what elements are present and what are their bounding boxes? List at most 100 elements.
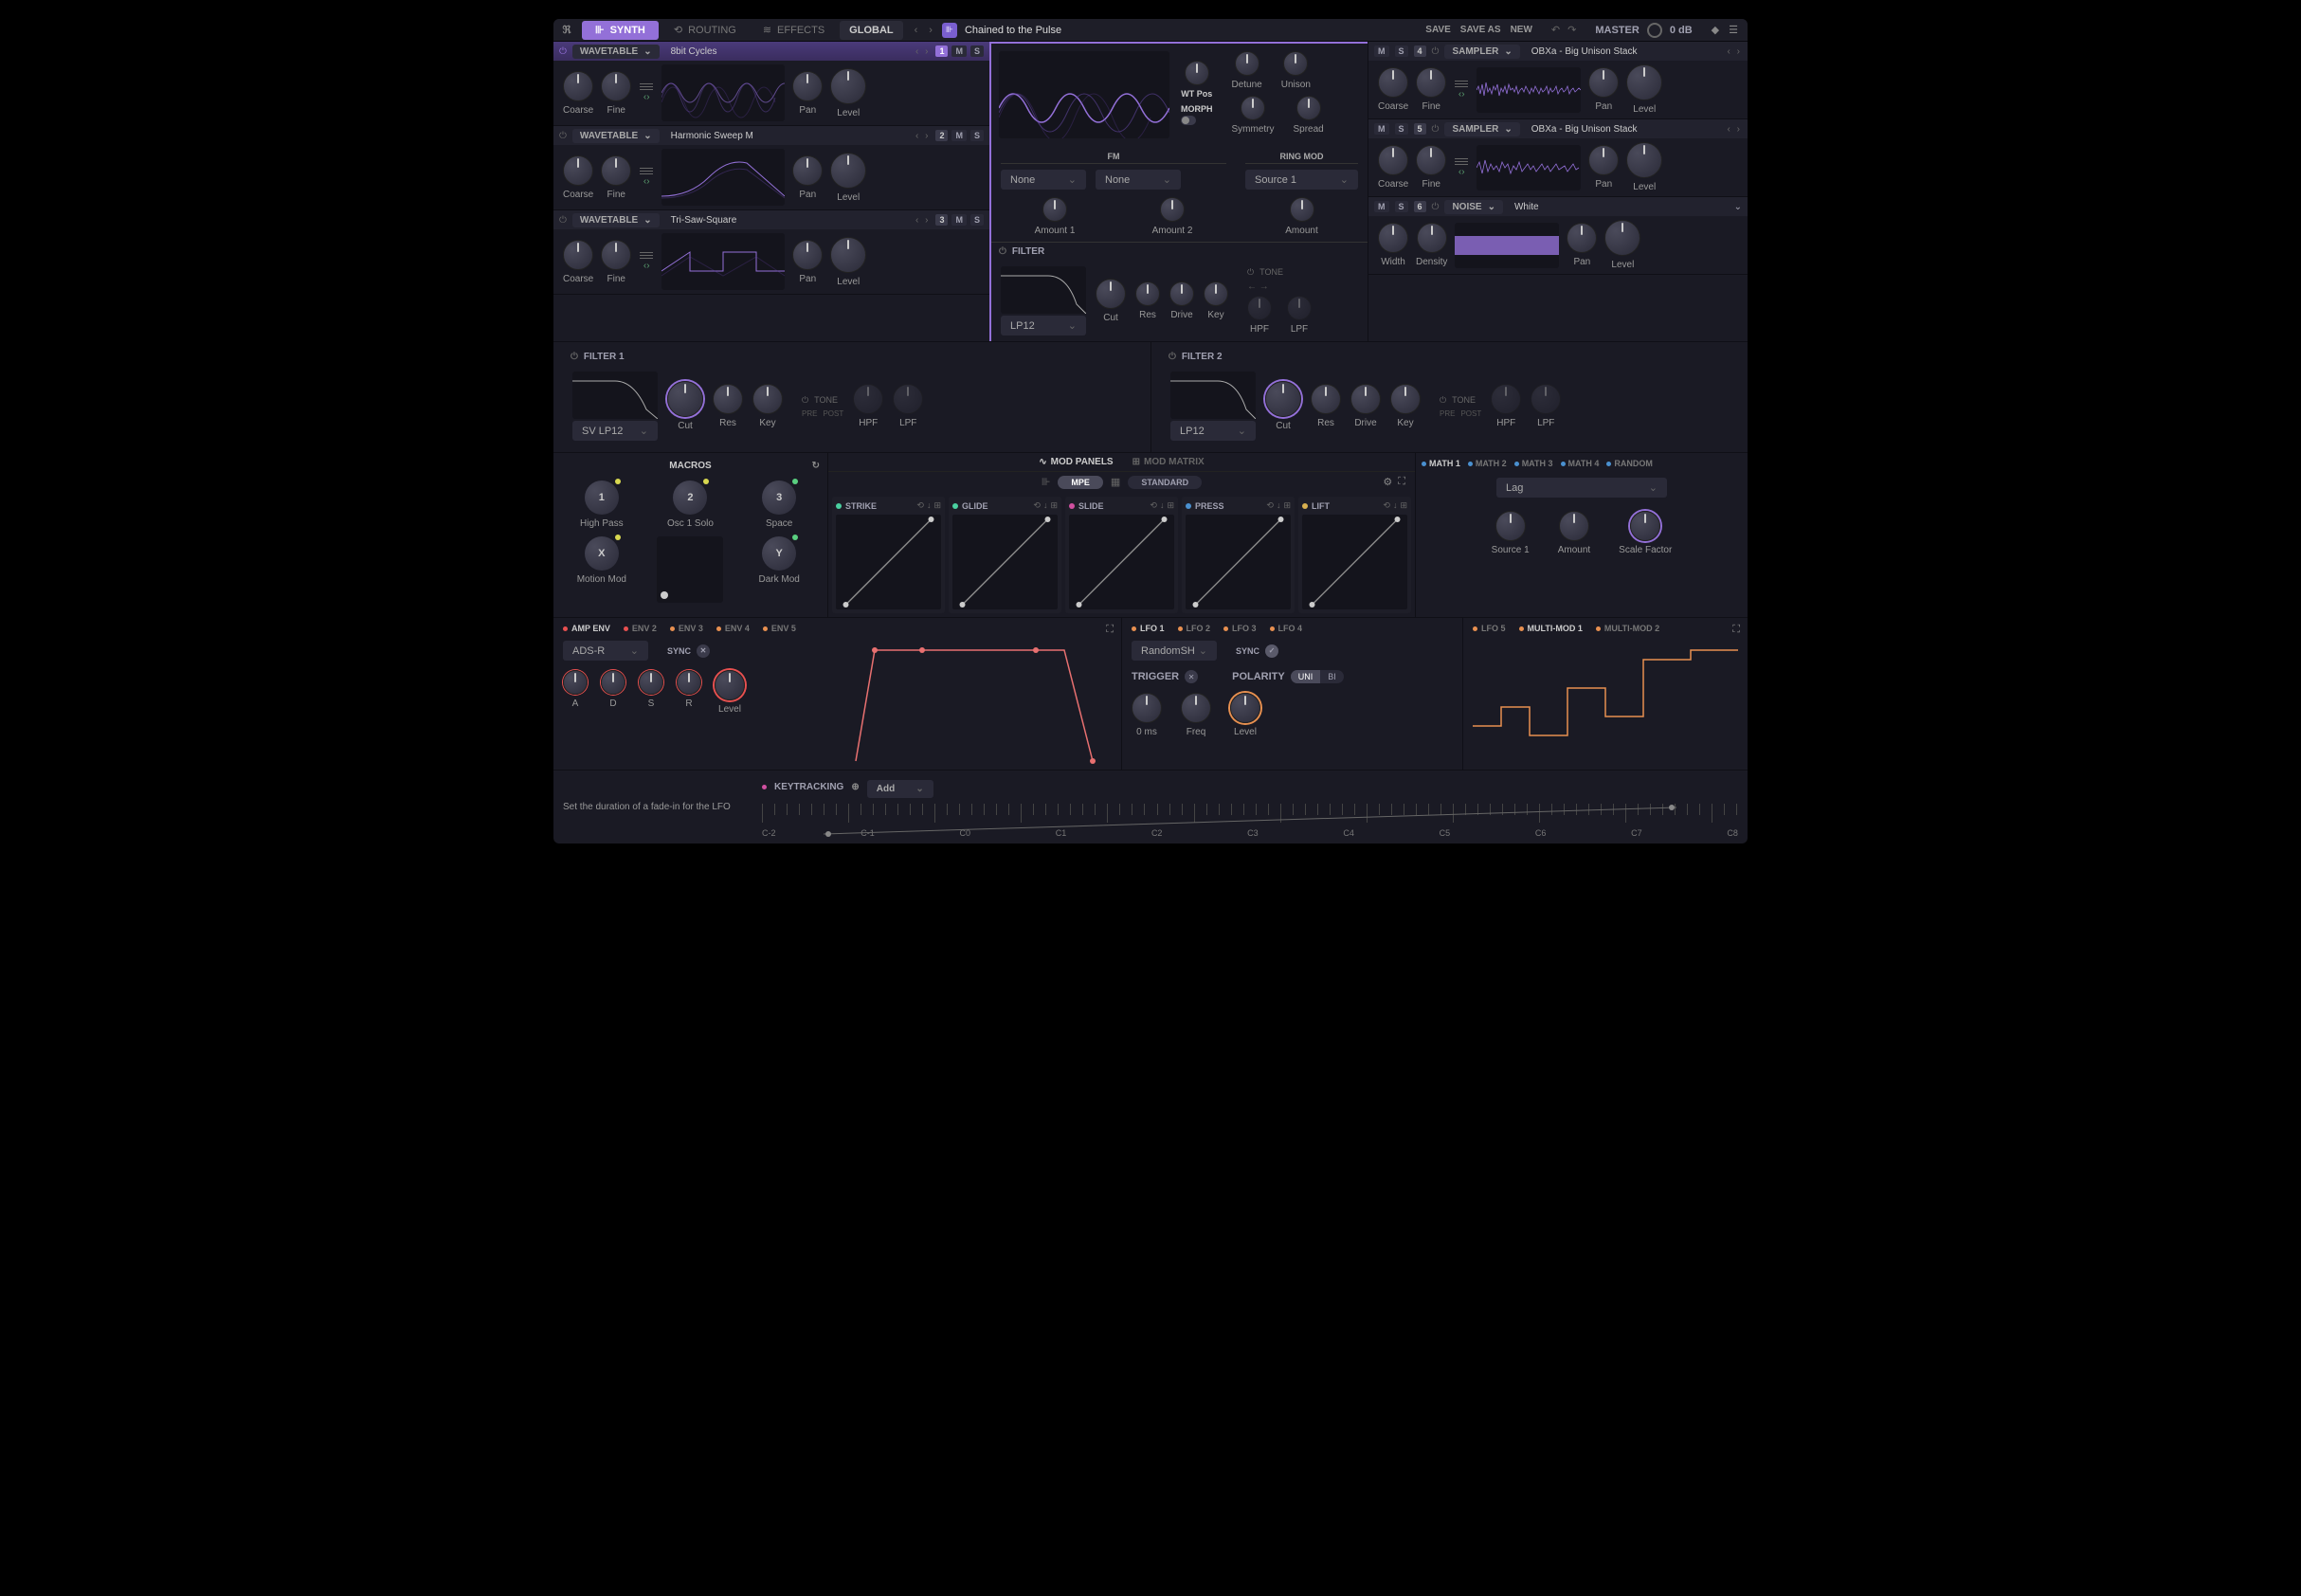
preset-name[interactable]: Chained to the Pulse [965, 25, 1061, 36]
keytrack-mode-dropdown[interactable]: Add⌄ [867, 780, 933, 798]
sample-waveform[interactable] [1477, 67, 1581, 113]
tune-icon[interactable]: ‹› [1454, 158, 1469, 177]
save-button[interactable]: SAVE [1425, 25, 1451, 35]
settings-icon[interactable]: ⚙ [1383, 476, 1392, 488]
tune-icon[interactable]: ‹› [639, 168, 654, 187]
grid-icon[interactable]: ⊞ [1167, 500, 1174, 511]
down-icon[interactable]: ↓ [1160, 500, 1165, 511]
standard-button[interactable]: STANDARD [1128, 476, 1202, 489]
math-tab-3[interactable]: MATH 3 [1514, 459, 1553, 468]
osc-preset-nav[interactable]: ‹ › [915, 131, 930, 141]
curve-editor[interactable] [1186, 515, 1291, 609]
filter-curve-display[interactable] [1170, 372, 1256, 419]
lfo-tab-1[interactable]: LFO 1 [1132, 624, 1165, 633]
morph-toggle[interactable] [1181, 116, 1196, 125]
lfo-delay-knob[interactable] [1132, 693, 1162, 723]
env-tab-5[interactable]: ENV 5 [763, 624, 796, 633]
envelope-graph[interactable] [846, 643, 1112, 766]
detune-knob[interactable] [1235, 51, 1259, 76]
tune-icon[interactable]: ‹› [639, 83, 654, 102]
osc-preset[interactable]: Harmonic Sweep M [665, 131, 910, 141]
osc-preset[interactable]: OBXa - Big Unison Stack [1526, 46, 1722, 57]
env-mode-dropdown[interactable]: ADS-R⌄ [563, 641, 648, 661]
loop-icon[interactable]: ⟲ [916, 500, 924, 511]
coarse-knob[interactable] [1378, 67, 1408, 98]
polarity-uni[interactable]: UNI [1291, 670, 1321, 683]
macro-x-knob[interactable]: X [585, 536, 619, 571]
pre-label[interactable]: PRE [1440, 409, 1455, 418]
osc-preset-nav[interactable]: ‹ › [1728, 46, 1742, 57]
trigger-toggle[interactable]: ✕ [1185, 670, 1198, 683]
mute-button[interactable]: M [1374, 201, 1389, 212]
power-icon[interactable]: ⏻ [571, 352, 578, 362]
curve-editor[interactable] [952, 515, 1058, 609]
env-tab-4[interactable]: ENV 4 [716, 624, 750, 633]
resonance-knob[interactable] [1135, 281, 1160, 306]
lfo-tab-3[interactable]: LFO 3 [1223, 624, 1257, 633]
grid-icon[interactable]: ⊞ [933, 500, 941, 511]
sustain-knob[interactable] [639, 670, 663, 695]
power-icon[interactable]: ⏻ [1432, 46, 1440, 57]
mod-panels-tab[interactable]: ∿MOD PANELS [1039, 457, 1113, 467]
osc-number[interactable]: 5 [1414, 123, 1426, 135]
coarse-knob[interactable] [563, 71, 593, 101]
grid-icon[interactable]: ⊞ [1050, 500, 1058, 511]
osc-preset[interactable]: Tri-Saw-Square [665, 215, 910, 226]
noise-waveform[interactable] [1455, 223, 1559, 268]
osc-type-dropdown[interactable]: WAVETABLE⌄ [572, 213, 660, 227]
math-tab-1[interactable]: MATH 1 [1422, 459, 1460, 468]
wavetable-display[interactable] [661, 149, 785, 206]
key-knob[interactable] [1390, 384, 1421, 414]
power-icon[interactable]: ⏻ [999, 246, 1006, 257]
multimod-tab-2[interactable]: MULTI-MOD 1 [1519, 624, 1583, 633]
chevron-down-icon[interactable]: ⌄ [1734, 202, 1742, 212]
osc-preset-nav[interactable]: ‹ › [1728, 124, 1742, 135]
macro-2-knob[interactable]: 2 [673, 481, 707, 515]
mpe-button[interactable]: MPE [1058, 476, 1103, 489]
level-knob[interactable] [830, 68, 866, 104]
symmetry-knob[interactable] [1241, 96, 1265, 120]
xy-pad[interactable] [657, 536, 723, 603]
power-icon[interactable]: ⏻ [559, 46, 567, 57]
lfo-mode-dropdown[interactable]: RandomSH⌄ [1132, 641, 1217, 661]
key-knob[interactable] [1204, 281, 1228, 306]
lfo-level-knob[interactable] [1230, 693, 1260, 723]
mute-button[interactable]: M [1374, 45, 1389, 57]
level-knob[interactable] [1604, 220, 1640, 256]
osc-preset[interactable]: 8bit Cycles [665, 46, 910, 57]
amount-knob[interactable] [1559, 511, 1589, 541]
macro-y-knob[interactable]: Y [762, 536, 796, 571]
cutoff-knob[interactable] [1265, 381, 1301, 417]
power-icon[interactable]: ⏻ [1432, 202, 1440, 212]
filter-type-dropdown[interactable]: SV LP12⌄ [572, 421, 658, 441]
tab-routing[interactable]: ⟲ ROUTING [661, 19, 750, 41]
link-icon[interactable]: ⊕ [851, 782, 859, 792]
loop-icon[interactable]: ⟲ [1383, 500, 1390, 511]
tab-effects[interactable]: ≋ EFFECTS [750, 19, 838, 41]
fine-knob[interactable] [601, 71, 631, 101]
macro-3-knob[interactable]: 3 [762, 481, 796, 515]
fine-knob[interactable] [1416, 67, 1446, 98]
pan-knob[interactable] [792, 240, 823, 270]
lfo-tab-2[interactable]: LFO 2 [1178, 624, 1211, 633]
mute-button[interactable]: M [1374, 123, 1389, 135]
filter-type-dropdown[interactable]: LP12⌄ [1001, 316, 1086, 336]
attack-knob[interactable] [563, 670, 588, 695]
down-icon[interactable]: ↓ [1043, 500, 1048, 511]
filter-type-dropdown[interactable]: LP12⌄ [1170, 421, 1256, 441]
release-knob[interactable] [677, 670, 701, 695]
multimod-tab-3[interactable]: MULTI-MOD 2 [1596, 624, 1659, 633]
env-level-knob[interactable] [715, 670, 745, 700]
osc-number[interactable]: 2 [935, 130, 948, 141]
new-button[interactable]: NEW [1511, 25, 1532, 35]
polarity-bi[interactable]: BI [1320, 670, 1344, 683]
loop-icon[interactable]: ⟲ [1033, 500, 1041, 511]
math-mode-dropdown[interactable]: Lag⌄ [1496, 478, 1667, 498]
drive-knob[interactable] [1350, 384, 1381, 414]
env-tab-1[interactable]: AMP ENV [563, 624, 610, 633]
wt-pos-knob[interactable] [1185, 61, 1209, 85]
source-knob[interactable] [1495, 511, 1526, 541]
fine-knob[interactable] [1416, 145, 1446, 175]
density-knob[interactable] [1417, 223, 1447, 253]
macro-1-knob[interactable]: 1 [585, 481, 619, 515]
